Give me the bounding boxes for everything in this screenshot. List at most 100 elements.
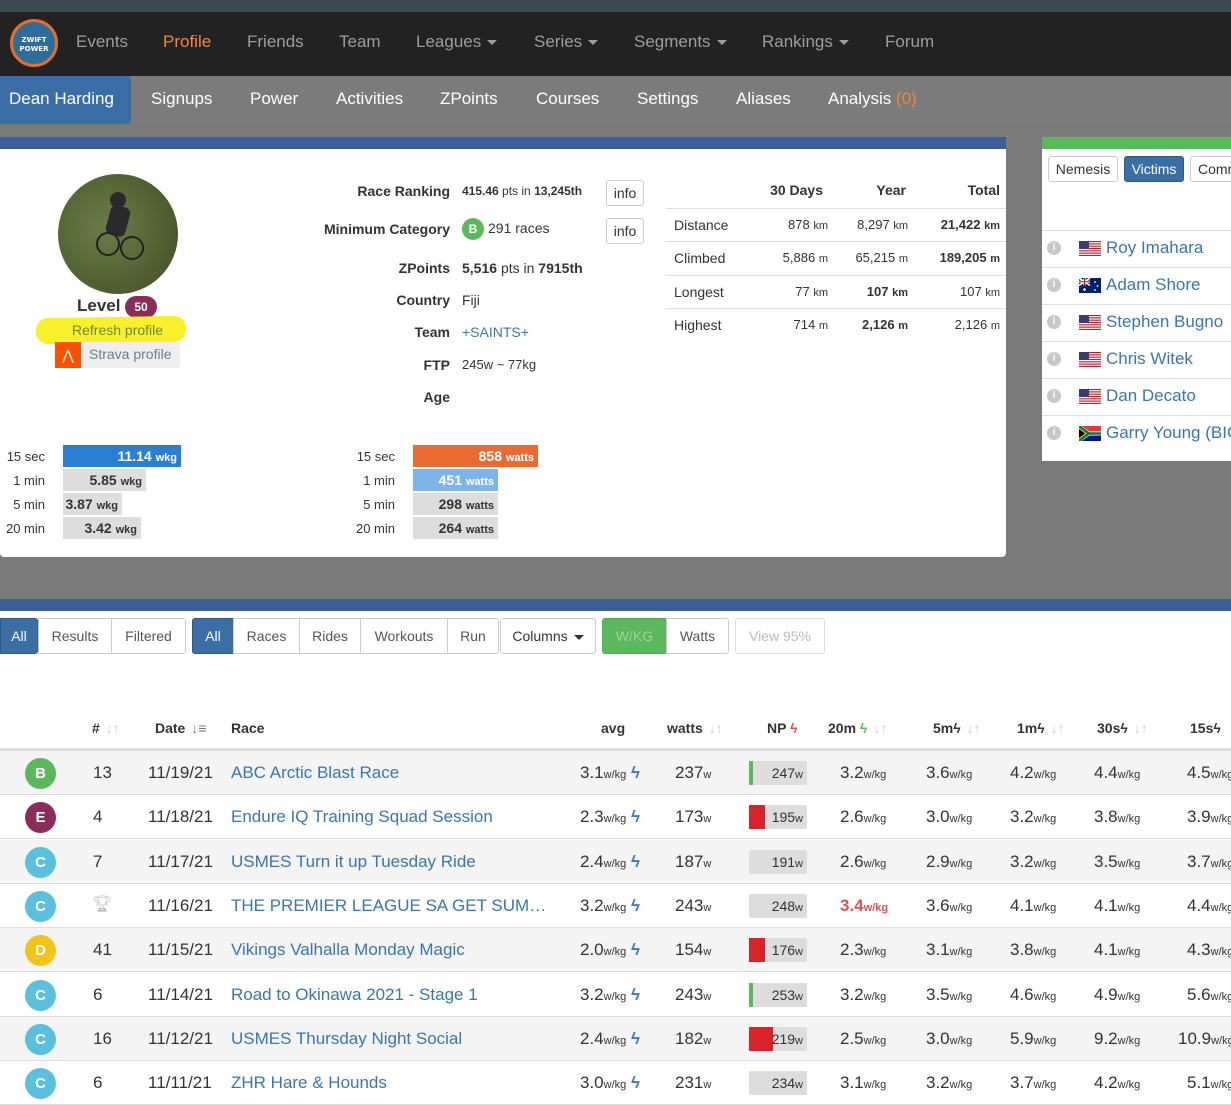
subnav-zpoints[interactable]: ZPoints xyxy=(440,76,498,124)
nav-friends[interactable]: Friends xyxy=(247,12,304,76)
sort-desc-icon: ↓≡ xyxy=(191,720,207,736)
stats-value: 2,126 m xyxy=(862,317,908,332)
nav-segments[interactable]: Segments xyxy=(634,12,727,76)
nav-forum[interactable]: Forum xyxy=(885,12,934,76)
power-wkg-bar[interactable]: 3.42 wkg xyxy=(63,517,141,539)
min-category-label: Minimum Category xyxy=(323,221,450,237)
tab-comrades[interactable]: Comr xyxy=(1190,156,1231,182)
lightning-icon: ϟ xyxy=(790,720,798,736)
col-number[interactable]: # ↓↑ xyxy=(92,720,120,736)
subnav-courses[interactable]: Courses xyxy=(536,76,599,124)
flag-us-icon xyxy=(1079,389,1101,404)
power-watts-label: 20 min xyxy=(355,521,395,536)
stats-value: 189,205 m xyxy=(939,250,1000,265)
subnav-aliases[interactable]: Aliases xyxy=(736,76,791,124)
columns-dropdown[interactable]: Columns xyxy=(500,618,596,654)
lightning-icon: ϟ xyxy=(626,852,640,871)
filter-races[interactable]: Races xyxy=(233,618,300,654)
power-watts-bar[interactable]: 451 watts xyxy=(413,469,498,491)
filter-workouts[interactable]: Workouts xyxy=(360,618,448,654)
col-np[interactable]: NP ϟ xyxy=(767,720,798,736)
filter-run[interactable]: Run xyxy=(447,618,499,654)
victim-name-link[interactable]: Adam Shore xyxy=(1106,275,1201,295)
col-avg[interactable]: avg xyxy=(601,720,625,736)
team-link[interactable]: +SAINTS+ xyxy=(462,324,529,340)
power-wkg-bar[interactable]: 3.87 wkg xyxy=(63,493,122,515)
victim-name-link[interactable]: Dan Decato xyxy=(1106,386,1196,406)
race-link[interactable]: USMES Thursday Night Social xyxy=(231,1029,557,1049)
nav-profile[interactable]: Profile xyxy=(163,12,211,76)
col-20m[interactable]: 20m ϟ ↓↑ xyxy=(828,720,887,736)
power-1m: 3.2w/kg xyxy=(1010,807,1057,826)
victim-name-link[interactable]: Chris Witek xyxy=(1106,349,1193,369)
power-watts-bar[interactable]: 858 watts xyxy=(413,445,538,467)
tab-nemesis[interactable]: Nemesis xyxy=(1048,156,1118,182)
col-date[interactable]: Date ↓≡ xyxy=(155,720,207,736)
info-icon[interactable]: i xyxy=(1047,352,1061,366)
victim-name-link[interactable]: Garry Young (BIC xyxy=(1106,423,1231,443)
info-icon[interactable]: i xyxy=(1047,241,1061,255)
subnav-signups[interactable]: Signups xyxy=(151,76,212,124)
col-race[interactable]: Race xyxy=(231,720,264,736)
col-watts[interactable]: watts ↓↑ xyxy=(667,720,723,736)
race-link[interactable]: ABC Arctic Blast Race xyxy=(231,763,557,783)
ftp-value: 245w ~ 77kg xyxy=(462,357,537,372)
min-category-info-button[interactable]: info xyxy=(606,218,644,244)
victim-name-link[interactable]: Stephen Bugno xyxy=(1106,312,1223,332)
power-5m: 3.0w/kg xyxy=(926,807,973,826)
race-link[interactable]: THE PREMIER LEAGUE SA GET SUMMER READY R… xyxy=(231,896,557,916)
race-link[interactable]: USMES Turn it up Tuesday Ride xyxy=(231,852,557,872)
zwiftpower-logo[interactable]: ZWIFT POWER xyxy=(10,19,58,67)
subnav-power[interactable]: Power xyxy=(250,76,298,124)
race-link[interactable]: Endure IQ Training Squad Session xyxy=(231,807,557,827)
chevron-down-icon xyxy=(487,40,498,46)
filter-results[interactable]: Results xyxy=(38,618,112,654)
power-wkg-bar[interactable]: 5.85 wkg xyxy=(63,469,146,491)
power-wkg-bar[interactable]: 11.14 wkg xyxy=(63,445,181,467)
result-position: 4 xyxy=(93,807,103,826)
result-position: 41 xyxy=(93,940,112,959)
view-95-button[interactable]: View 95% xyxy=(735,618,825,654)
subnav-profile-name[interactable]: Dean Harding xyxy=(9,76,114,124)
filter-filtered[interactable]: Filtered xyxy=(111,618,186,654)
rivals-panel-header xyxy=(1042,137,1231,149)
col-1m[interactable]: 1mϟ ↓↑ xyxy=(1017,720,1065,736)
avg-watts: 231w xyxy=(675,1073,712,1092)
race-link[interactable]: Road to Okinawa 2021 - Stage 1 xyxy=(231,985,557,1005)
victim-name-link[interactable]: Roy Imahara xyxy=(1106,238,1203,258)
power-watts-bar[interactable]: 264 watts xyxy=(413,517,498,539)
race-ranking-info-button[interactable]: info xyxy=(606,180,644,206)
race-link[interactable]: Vikings Valhalla Monday Magic xyxy=(231,940,557,960)
tab-victims[interactable]: Victims xyxy=(1124,156,1184,182)
filter-all-results[interactable]: All xyxy=(0,618,38,654)
nav-team[interactable]: Team xyxy=(339,12,381,76)
power-15s: 10.9w/kg xyxy=(1178,1029,1231,1048)
subnav-analysis[interactable]: Analysis (0) xyxy=(828,76,917,124)
col-15s[interactable]: 15sϟ xyxy=(1190,720,1221,736)
nav-events[interactable]: Events xyxy=(76,12,128,76)
filter-rides[interactable]: Rides xyxy=(299,618,361,654)
race-link[interactable]: ZHR Hare & Hounds xyxy=(231,1073,557,1093)
info-icon[interactable]: i xyxy=(1047,426,1061,440)
info-icon[interactable]: i xyxy=(1047,389,1061,403)
nav-series[interactable]: Series xyxy=(534,12,599,76)
strava-profile-label[interactable]: Strava profile xyxy=(89,346,171,362)
power-20m: 2.6w/kg xyxy=(840,807,887,826)
stats-value: 2,126 m xyxy=(954,317,1000,332)
nav-leagues[interactable]: Leagues xyxy=(416,12,498,76)
toggle-watts[interactable]: Watts xyxy=(666,618,729,654)
result-date: 11/11/21 xyxy=(148,1073,212,1092)
col-5m[interactable]: 5mϟ ↓↑ xyxy=(933,720,981,736)
nav-rankings[interactable]: Rankings xyxy=(762,12,849,76)
filter-all-types[interactable]: All xyxy=(192,618,234,654)
avg-watts: 173w xyxy=(675,807,712,826)
subnav-settings[interactable]: Settings xyxy=(637,76,698,124)
subnav-activities[interactable]: Activities xyxy=(336,76,403,124)
col-30s[interactable]: 30sϟ ↓↑ xyxy=(1097,720,1148,736)
power-watts-bar[interactable]: 298 watts xyxy=(413,493,498,515)
info-icon[interactable]: i xyxy=(1047,278,1061,292)
stats-value: 21,422 km xyxy=(940,217,1000,232)
info-icon[interactable]: i xyxy=(1047,315,1061,329)
toggle-wkg[interactable]: W/KG xyxy=(602,618,667,654)
refresh-profile-link[interactable]: Refresh profile xyxy=(72,322,163,338)
